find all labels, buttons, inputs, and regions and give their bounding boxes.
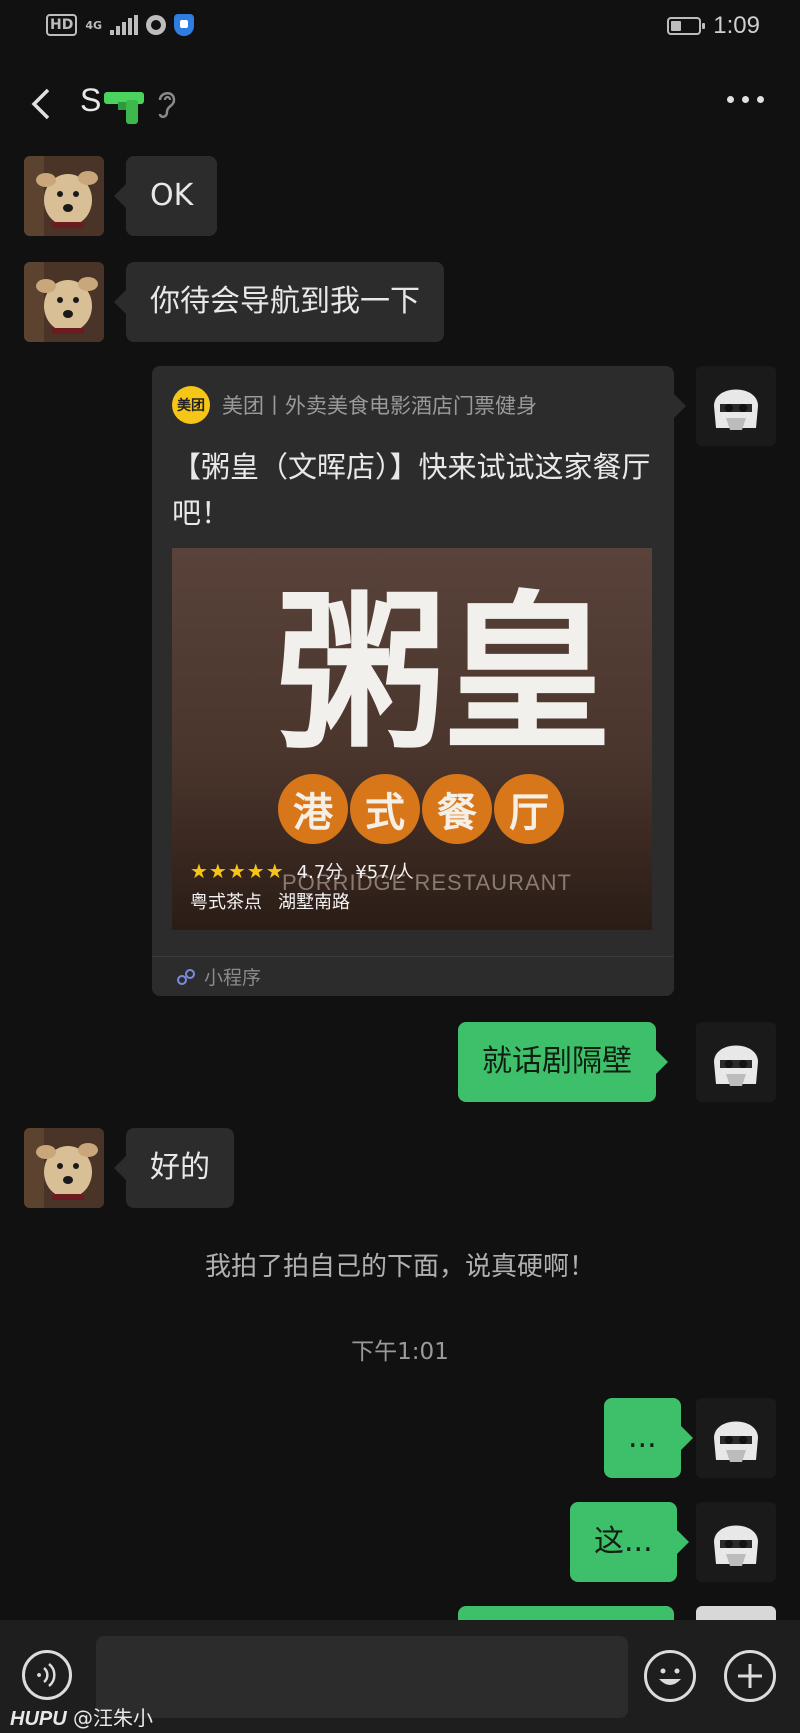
chat-header: S xyxy=(0,56,800,152)
back-arrow-icon[interactable] xyxy=(24,84,64,124)
my-avatar[interactable] xyxy=(696,1502,776,1582)
shield-icon xyxy=(174,14,195,36)
emoji-icon xyxy=(659,1668,681,1685)
network-type: 4G xyxy=(85,18,103,32)
stormtrooper-avatar-image xyxy=(696,1502,776,1582)
emoji-button[interactable] xyxy=(644,1650,696,1702)
watermark-user: @汪朱小 xyxy=(73,1706,154,1730)
status-right: 1:09 xyxy=(667,12,760,40)
battery-icon xyxy=(667,17,706,35)
subtitle-char: 厅 xyxy=(494,774,564,844)
watermark-brand: HUPU xyxy=(10,1708,67,1730)
message-bubble-outgoing[interactable]: 这... xyxy=(570,1502,689,1582)
my-avatar-partial[interactable] xyxy=(696,1606,776,1620)
status-time: 1:09 xyxy=(713,12,760,39)
message-bubble-incoming[interactable]: 好的 xyxy=(114,1128,234,1208)
mini-program-label: 小程序 xyxy=(204,967,262,989)
contact-avatar[interactable] xyxy=(24,262,104,342)
meituan-logo-icon: 美团 xyxy=(172,386,210,424)
category-tag: 粤式茶点 xyxy=(190,892,262,913)
mini-program-card[interactable]: 美团 美团丨外卖美食电影酒店门票健身 【粥皇（文晖店）】快来试试这家餐厅吧！ 粥… xyxy=(152,366,686,996)
more-options-icon[interactable] xyxy=(727,96,764,103)
hd-indicator: HD xyxy=(46,14,78,36)
my-avatar[interactable] xyxy=(696,1398,776,1478)
ear-icon xyxy=(158,92,176,118)
message-bubble-incoming[interactable]: 你待会导航到我一下 xyxy=(114,262,444,342)
message-bubble-outgoing[interactable]: ... xyxy=(604,1398,693,1478)
subtitle-char: 餐 xyxy=(422,774,492,844)
tags-row: 粤式茶点 湖墅南路 xyxy=(190,888,350,914)
card-source: 美团 美团丨外卖美食电影酒店门票健身 xyxy=(172,386,537,424)
plus-icon xyxy=(738,1664,762,1688)
my-avatar[interactable] xyxy=(696,366,776,446)
subtitle-char: 港 xyxy=(278,774,348,844)
voice-icon xyxy=(37,1663,56,1687)
message-timestamp: 下午1:01 xyxy=(351,1339,449,1365)
card-source-text: 美团丨外卖美食电影酒店门票健身 xyxy=(222,394,537,418)
mini-program-icon xyxy=(177,968,195,985)
restaurant-logo-text: 粥皇 xyxy=(276,576,612,774)
status-bar: HD 4G 1:09 xyxy=(0,0,800,56)
location-tag: 湖墅南路 xyxy=(278,892,350,913)
more-functions-button[interactable] xyxy=(724,1650,776,1702)
contact-avatar[interactable] xyxy=(24,156,104,236)
dog-avatar-image xyxy=(24,156,104,236)
globe-icon xyxy=(146,15,167,35)
message-bubble-outgoing[interactable]: 就话剧隔壁 xyxy=(458,1022,668,1102)
restaurant-image: 粥皇 港 式 餐 厅 PORRIDGE RESTAURANT ★★★★★ 4.7… xyxy=(172,548,652,930)
restaurant-subtitle-circles: 港 式 餐 厅 xyxy=(278,774,564,844)
card-title: 【粥皇（文晖店）】快来试试这家餐厅吧！ xyxy=(172,450,651,530)
message-input[interactable] xyxy=(96,1636,628,1718)
stormtrooper-avatar-image xyxy=(696,366,776,446)
water-pistol-icon xyxy=(104,92,144,124)
status-left: HD 4G xyxy=(46,14,195,36)
price-per-person: ¥57/人 xyxy=(355,862,414,883)
watermark: HUPU @汪朱小 xyxy=(10,1702,153,1731)
voice-input-button[interactable] xyxy=(22,1650,72,1700)
dog-avatar-image xyxy=(24,1128,104,1208)
signal-icon xyxy=(110,15,139,35)
chat-title: S xyxy=(80,82,102,118)
rating-row: ★★★★★ 4.7分 ¥57/人 xyxy=(190,858,414,884)
card-footer: 小程序 xyxy=(152,956,674,996)
contact-avatar[interactable] xyxy=(24,1128,104,1208)
dog-avatar-image xyxy=(24,262,104,342)
stormtrooper-avatar-image xyxy=(696,1022,776,1102)
rating-stars-icon: ★★★★★ xyxy=(190,859,285,883)
my-avatar[interactable] xyxy=(696,1022,776,1102)
subtitle-char: 式 xyxy=(350,774,420,844)
pat-system-message: 我拍了拍自己的下面，说真硬啊！ xyxy=(204,1252,595,1282)
message-bubble-incoming[interactable]: OK xyxy=(113,156,218,236)
message-bubble-outgoing-partial[interactable] xyxy=(458,1606,674,1620)
stormtrooper-avatar-image xyxy=(696,1398,776,1478)
rating-score: 4.7分 xyxy=(296,862,344,883)
